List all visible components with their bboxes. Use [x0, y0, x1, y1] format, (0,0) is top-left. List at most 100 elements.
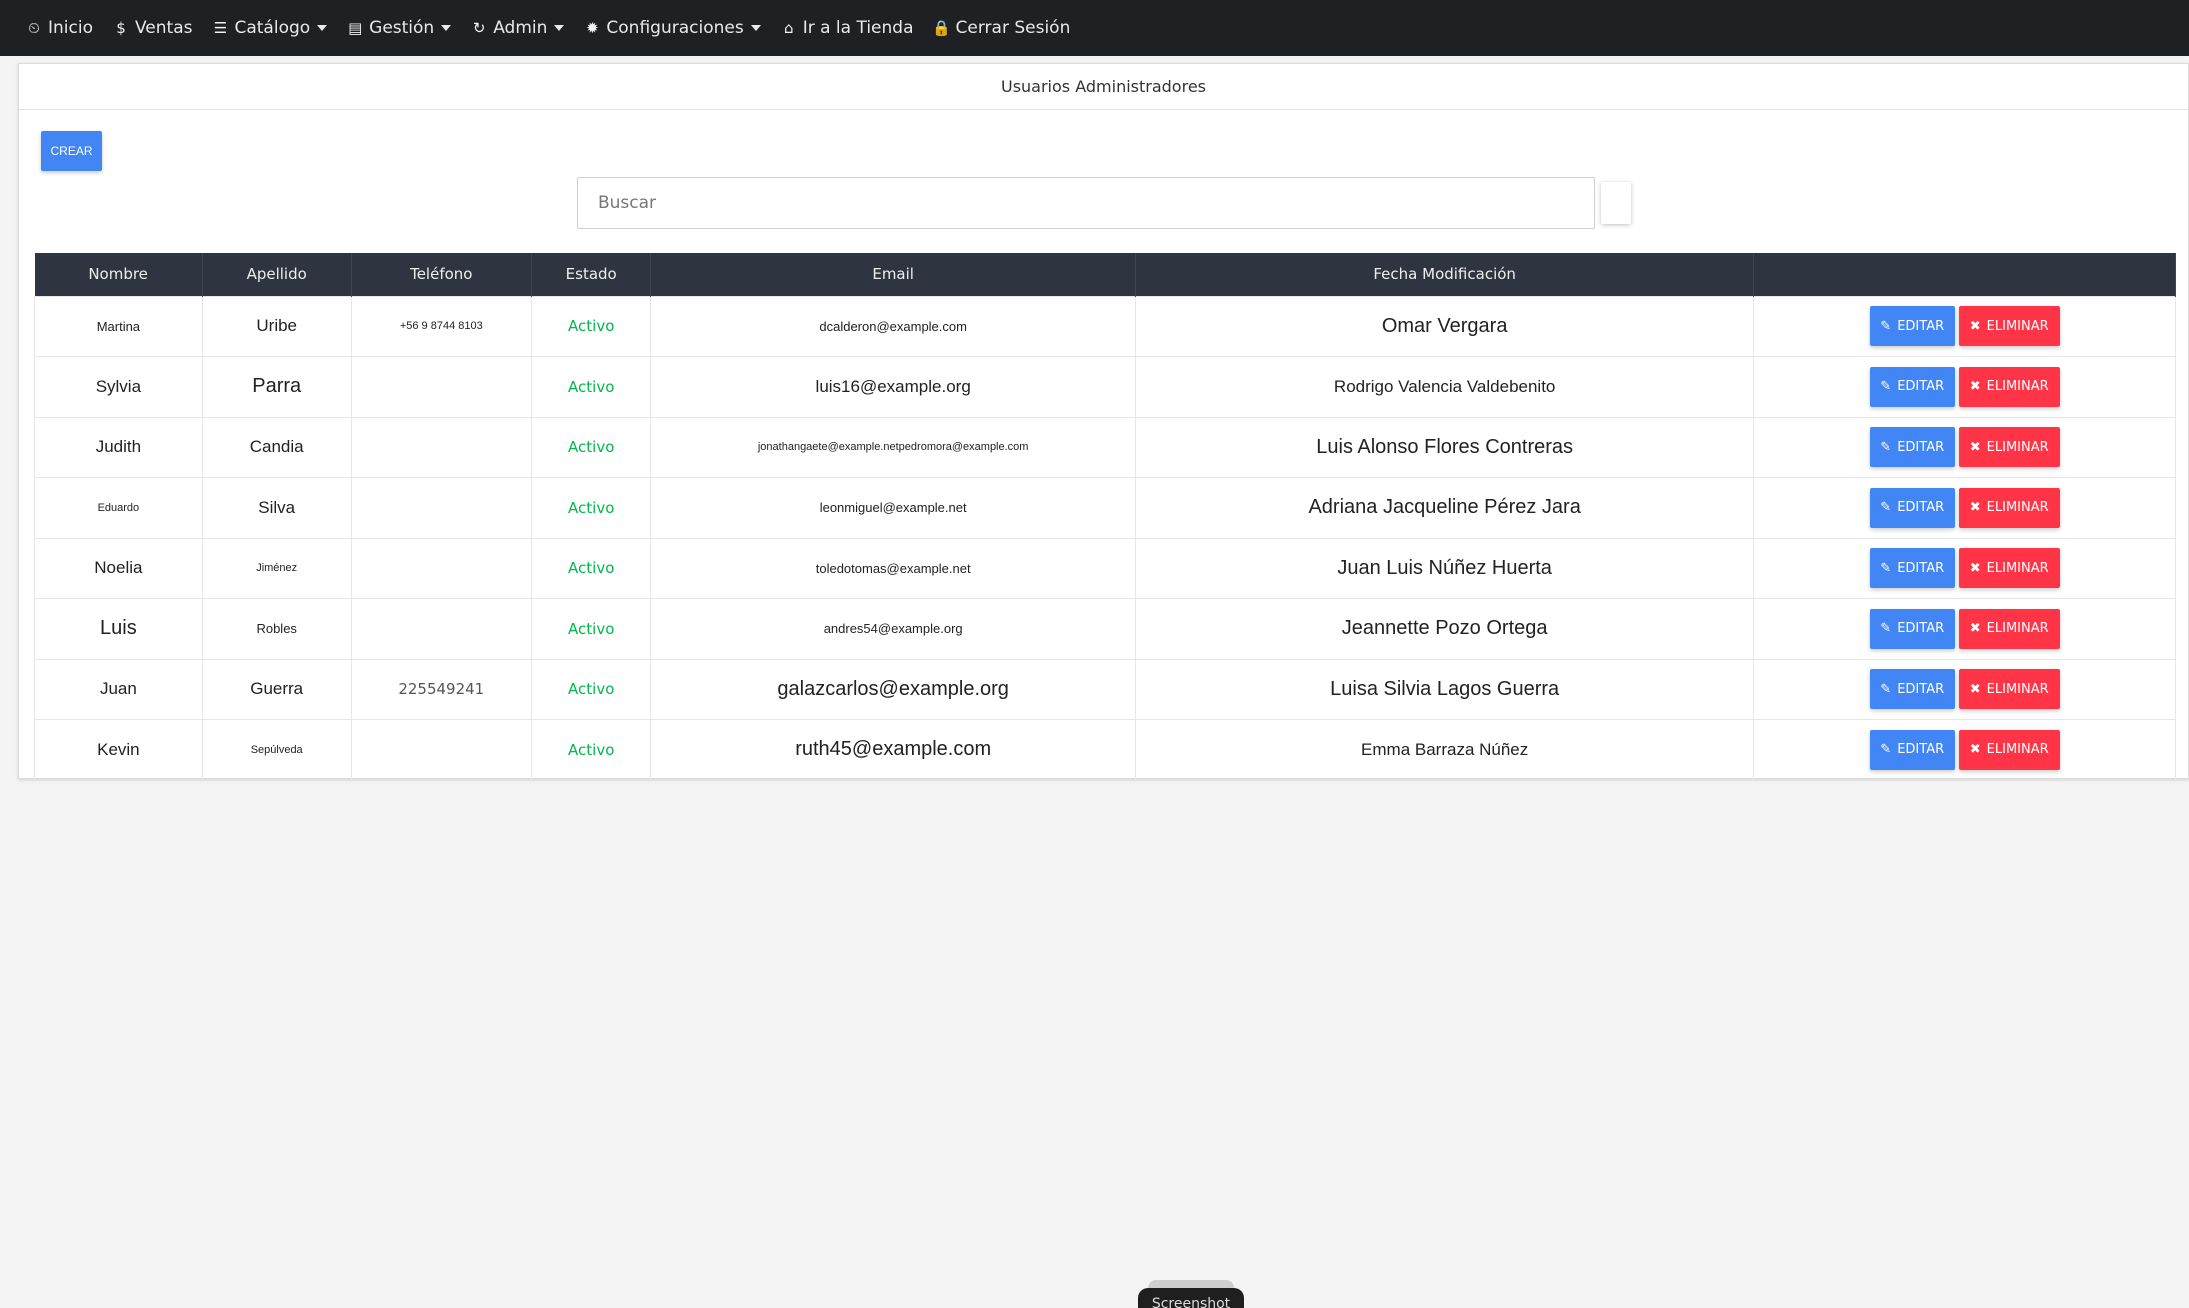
cell-apellido: Uribe — [201, 295, 352, 357]
edit-label: EDITAR — [1897, 742, 1945, 758]
nav-item-cat-logo[interactable]: ☰ Catálogo — [212, 18, 328, 38]
nav-item-cerrar-sesi-n[interactable]: 🔒 Cerrar Sesión — [932, 18, 1071, 38]
nav-item-label: Catálogo — [234, 18, 311, 38]
delete-label: ELIMINAR — [1986, 621, 2049, 637]
col-estado[interactable]: Estado — [531, 253, 652, 296]
cell-actions: ✎ EDITAR ✖ ELIMINAR — [1753, 537, 2176, 599]
nav-item-label: Gestión — [369, 18, 435, 38]
cell-actions: ✎ EDITAR ✖ ELIMINAR — [1753, 719, 2176, 781]
cell-telefono — [350, 537, 532, 599]
cell-estado: Activo — [530, 719, 652, 781]
edit-label: EDITAR — [1897, 318, 1945, 334]
create-button[interactable]: CREAR — [41, 131, 102, 171]
dashboard-icon: ⏲ — [28, 19, 40, 37]
pencil-icon: ✎ — [1880, 500, 1892, 516]
nav-item-ir-a-la-tienda[interactable]: ⌂ Ir a la Tienda — [781, 18, 914, 38]
cell-nombre: Eduardo — [34, 477, 203, 539]
pencil-icon: ✎ — [1880, 439, 1892, 455]
nav-item-label: Admin — [493, 18, 548, 38]
cell-estado: Activo — [530, 295, 652, 357]
delete-button[interactable]: ✖ ELIMINAR — [1958, 669, 2060, 710]
nav-item-gesti-n[interactable]: ▤ Gestión — [347, 18, 452, 38]
cell-apellido: Parra — [201, 356, 352, 418]
delete-label: ELIMINAR — [1986, 439, 2049, 455]
screenshot-tooltip: Screenshot — [1138, 1288, 1244, 1308]
cell-actions: ✎ EDITAR ✖ ELIMINAR — [1753, 416, 2176, 478]
cell-estado: Activo — [530, 658, 652, 720]
cell-nombre: Juan — [34, 658, 203, 720]
row-actions: ✎ EDITAR ✖ ELIMINAR — [1754, 487, 2175, 528]
col-apellido[interactable]: Apellido — [202, 253, 352, 296]
cell-email: dcalderon@example.com — [650, 295, 1136, 357]
table-row: Eduardo Silva Activo leonmiguel@example.net… — [34, 477, 2176, 539]
col-email[interactable]: Email — [650, 253, 1136, 296]
close-icon: ✖ — [1969, 560, 1981, 576]
cell-apellido: Jiménez — [201, 537, 352, 599]
col-actions — [1753, 253, 2176, 296]
delete-label: ELIMINAR — [1986, 560, 2049, 576]
search-input[interactable] — [598, 193, 1594, 213]
cell-email: andres54@example.org — [650, 598, 1136, 660]
nav-item-label: Cerrar Sesión — [955, 18, 1071, 38]
delete-button[interactable]: ✖ ELIMINAR — [1958, 729, 2060, 770]
nav-item-admin[interactable]: ↻ Admin — [471, 18, 565, 38]
delete-button[interactable]: ✖ ELIMINAR — [1958, 487, 2060, 528]
edit-button[interactable]: ✎ EDITAR — [1869, 548, 1955, 589]
edit-button[interactable]: ✎ EDITAR — [1869, 608, 1955, 649]
edit-button[interactable]: ✎ EDITAR — [1869, 366, 1955, 407]
cell-estado: Activo — [530, 356, 652, 418]
table-row: Sylvia Parra Activo luis16@example.org Rodri… — [34, 356, 2176, 418]
delete-button[interactable]: ✖ ELIMINAR — [1958, 608, 2060, 649]
cell-apellido: Candia — [201, 416, 352, 478]
delete-label: ELIMINAR — [1986, 681, 2049, 697]
table-row: Noelia Jiménez Activo toledotomas@example.n… — [34, 537, 2176, 599]
dollar-icon: $ — [116, 19, 126, 37]
delete-button[interactable]: ✖ ELIMINAR — [1958, 366, 2060, 407]
pencil-icon: ✎ — [1880, 318, 1892, 334]
edit-button[interactable]: ✎ EDITAR — [1869, 487, 1955, 528]
cell-actions: ✎ EDITAR ✖ ELIMINAR — [1753, 477, 2176, 539]
nav-item-label: Inicio — [48, 18, 93, 38]
cell-email: leonmiguel@example.net — [650, 477, 1136, 539]
row-actions: ✎ EDITAR ✖ ELIMINAR — [1754, 427, 2175, 468]
cell-estado: Activo — [530, 416, 652, 478]
nav-item-configuraciones[interactable]: ✹ Configuraciones — [584, 18, 761, 38]
cell-estado: Activo — [530, 477, 652, 539]
cell-actions: ✎ EDITAR ✖ ELIMINAR — [1753, 658, 2176, 720]
cell-nombre: Noelia — [34, 537, 203, 599]
nav-item-label: Ir a la Tienda — [802, 18, 914, 38]
table-row: Luis Robles Activo andres54@example.org Jean… — [34, 598, 2176, 660]
cell-fecha: Luisa Silvia Lagos Guerra — [1134, 658, 1755, 720]
refresh-icon: ↻ — [472, 19, 486, 37]
edit-label: EDITAR — [1897, 560, 1945, 576]
nav-item-inicio[interactable]: ⏲ Inicio — [26, 18, 93, 38]
cell-apellido: Sepúlveda — [201, 719, 352, 781]
edit-label: EDITAR — [1897, 379, 1945, 395]
col-nombre[interactable]: Nombre — [34, 253, 203, 296]
edit-label: EDITAR — [1897, 500, 1945, 516]
cell-estado: Activo — [530, 537, 652, 599]
edit-label: EDITAR — [1897, 439, 1945, 455]
edit-button[interactable]: ✎ EDITAR — [1869, 729, 1955, 770]
pencil-icon: ✎ — [1880, 560, 1892, 576]
cell-telefono: +56 9 8744 8103 — [350, 295, 532, 357]
cell-telefono — [350, 598, 532, 660]
edit-button[interactable]: ✎ EDITAR — [1869, 427, 1955, 468]
row-actions: ✎ EDITAR ✖ ELIMINAR — [1754, 669, 2175, 710]
close-icon: ✖ — [1969, 742, 1981, 758]
delete-button[interactable]: ✖ ELIMINAR — [1958, 306, 2060, 347]
delete-button[interactable]: ✖ ELIMINAR — [1958, 427, 2060, 468]
pencil-icon: ✎ — [1880, 379, 1892, 395]
delete-button[interactable]: ✖ ELIMINAR — [1958, 548, 2060, 589]
nav-item-ventas[interactable]: $ Ventas — [113, 18, 192, 38]
lock-icon: 🔒 — [932, 19, 951, 37]
edit-button[interactable]: ✎ EDITAR — [1869, 306, 1955, 347]
search-button[interactable] — [1601, 182, 1631, 224]
col-telefono[interactable]: Teléfono — [351, 253, 532, 296]
cell-fecha: Emma Barraza Núñez — [1134, 719, 1755, 781]
home-icon: ⌂ — [783, 19, 794, 37]
col-fecha[interactable]: Fecha Modificación — [1135, 253, 1755, 296]
edit-button[interactable]: ✎ EDITAR — [1869, 669, 1955, 710]
table-header-row: Nombre Apellido Teléfono Estado Email Fe… — [34, 253, 2176, 296]
cell-apellido: Silva — [201, 477, 352, 539]
